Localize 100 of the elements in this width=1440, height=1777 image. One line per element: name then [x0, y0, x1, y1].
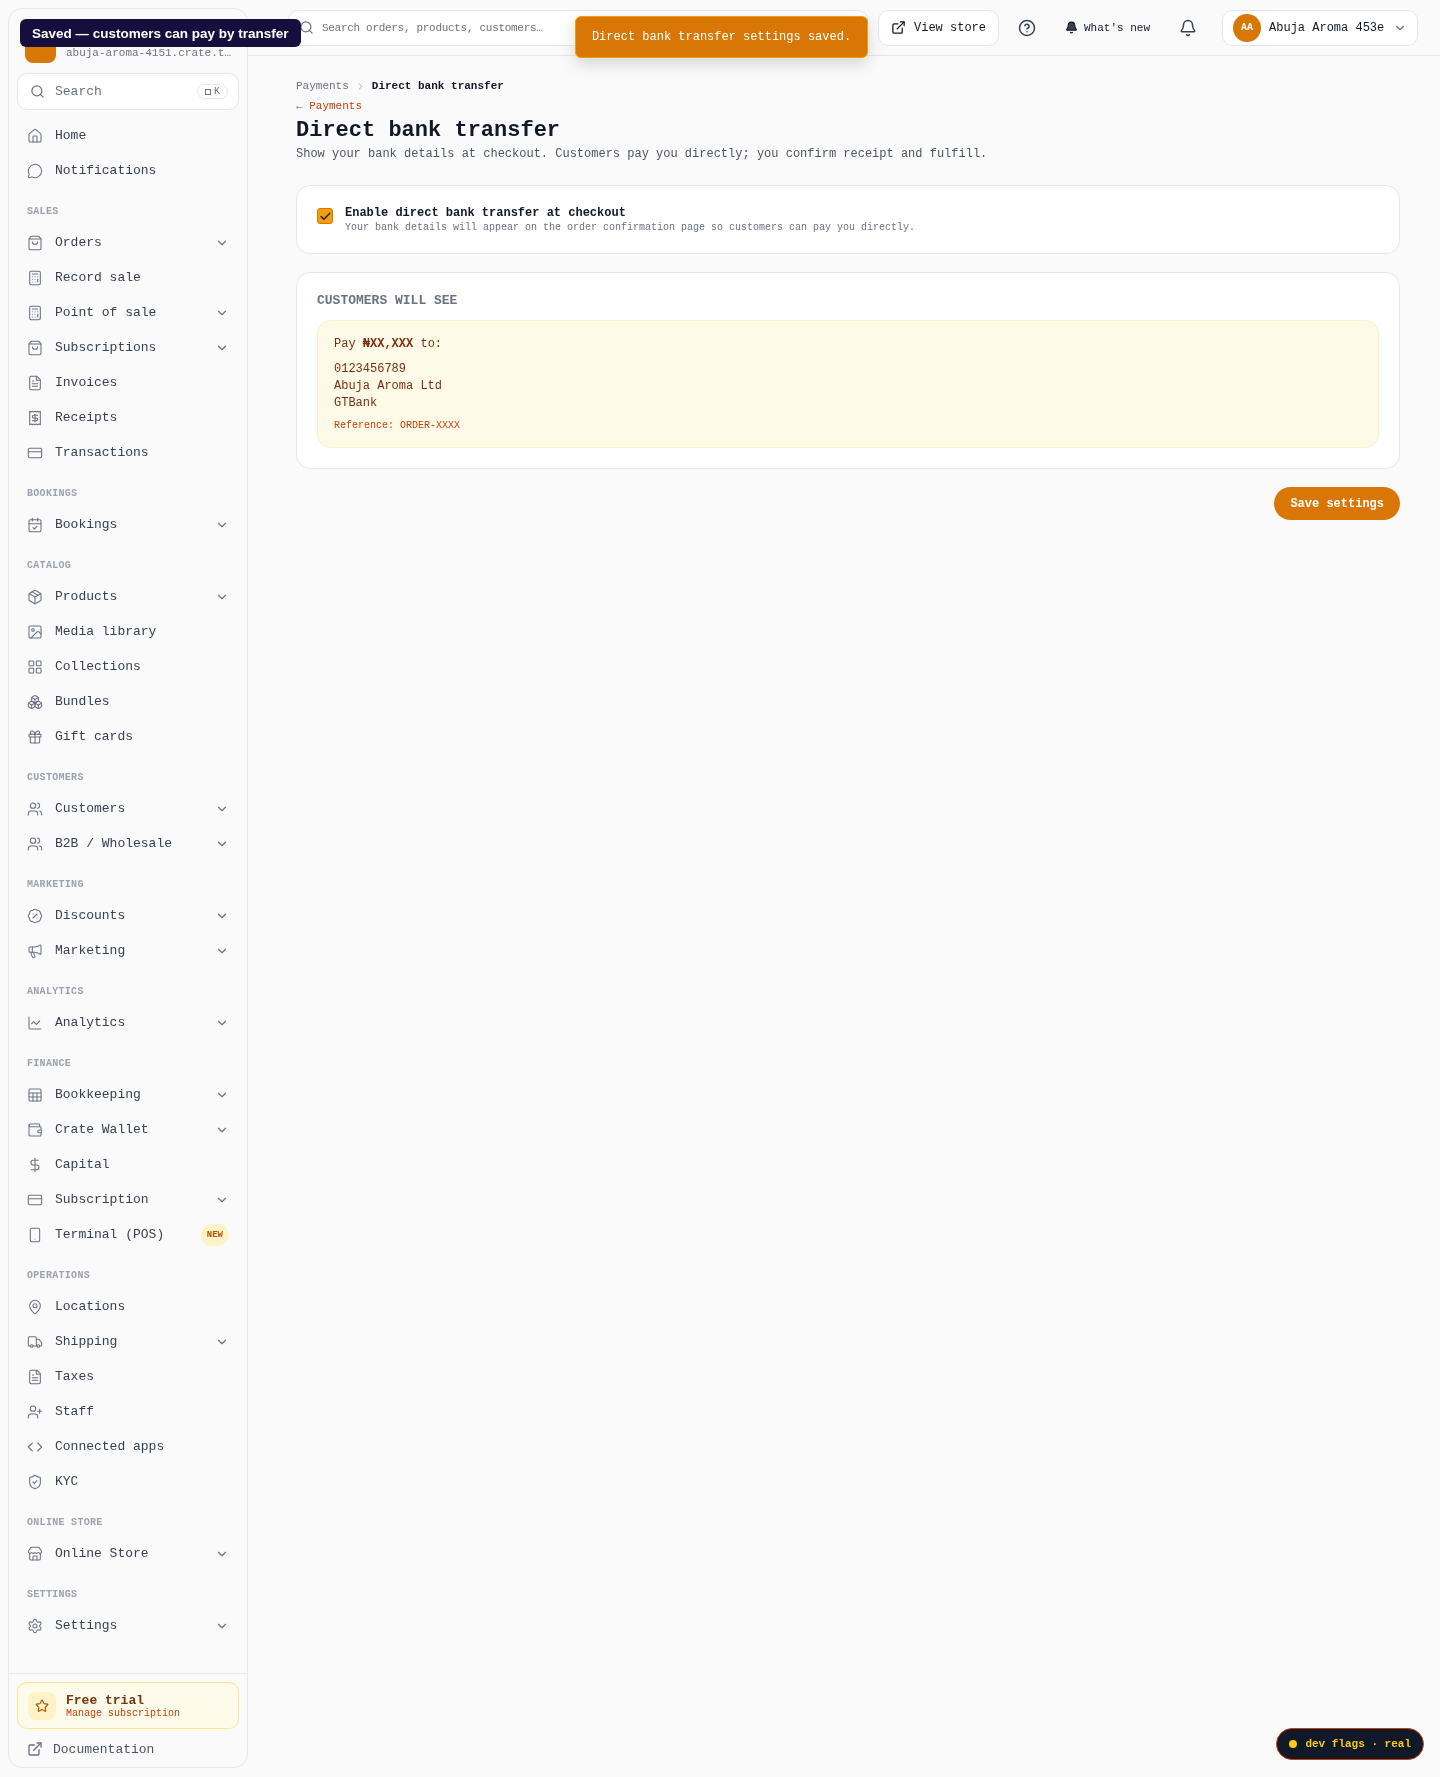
- item-label: Locations: [55, 1299, 126, 1314]
- item-label: Record sale: [55, 270, 141, 285]
- sidebar-item[interactable]: Media library: [17, 614, 239, 649]
- sidebar-item[interactable]: Notifications: [17, 153, 239, 188]
- settings-icon: [27, 1617, 43, 1634]
- view-store-button[interactable]: View store: [878, 9, 999, 46]
- truck-icon: [27, 1333, 43, 1350]
- gift-icon: [27, 728, 43, 745]
- item-label: Crate Wallet: [55, 1122, 149, 1137]
- search-placeholder: Search orders, products, customers…: [322, 21, 543, 34]
- dev-flags-pill[interactable]: dev flags · real: [1276, 1728, 1424, 1760]
- sidebar-item[interactable]: Taxes: [17, 1359, 239, 1394]
- external-link-icon: [27, 1741, 43, 1757]
- documentation-link[interactable]: Documentation: [17, 1729, 239, 1757]
- checkbox[interactable]: [317, 208, 333, 224]
- store-domain: abuja-aroma-4151.crate.t…: [65, 47, 231, 61]
- sidebar-item[interactable]: Subscriptions: [17, 330, 239, 365]
- item-label: Bookings: [55, 517, 118, 532]
- sidebar-search-field[interactable]: Search K: [17, 73, 239, 110]
- sidebar-item[interactable]: Invoices: [17, 365, 239, 400]
- sidebar-item[interactable]: Shipping: [17, 1324, 239, 1359]
- item-label: Gift cards: [55, 729, 133, 744]
- sidebar-item[interactable]: Terminal (POS) NEW: [17, 1217, 239, 1252]
- sidebar-item[interactable]: Capital: [17, 1147, 239, 1182]
- sidebar-item[interactable]: Connected apps: [17, 1429, 239, 1464]
- sidebar-item[interactable]: Bookkeeping: [17, 1077, 239, 1112]
- section-heading: SALES: [26, 205, 60, 219]
- trial-link: Manage subscription: [66, 1707, 181, 1719]
- section-heading: MARKETING: [26, 878, 85, 892]
- external-link-icon: [891, 20, 906, 35]
- sidebar-item[interactable]: Receipts: [17, 400, 239, 435]
- item-label: Receipts: [55, 410, 118, 425]
- help-icon: [1018, 18, 1036, 37]
- chat-bubble-icon: [27, 162, 43, 179]
- section-heading: ANALYTICS: [26, 985, 85, 999]
- user-plus-icon: [27, 1403, 43, 1420]
- document-icon: [27, 1368, 43, 1385]
- sheet-icon: [27, 1086, 43, 1103]
- sidebar-item[interactable]: Staff: [17, 1394, 239, 1429]
- sidebar-item[interactable]: Transactions: [17, 435, 239, 470]
- store-icon: [27, 1545, 43, 1562]
- pay-line: Pay ₦XX,XXX to:: [334, 337, 444, 351]
- item-label: Subscription: [55, 1192, 149, 1207]
- users-icon: [27, 835, 43, 852]
- breadcrumb-link[interactable]: Payments: [296, 80, 349, 92]
- calendar-icon: [27, 516, 43, 533]
- account-menu[interactable]: AA Abuja Aroma 453e: [1222, 9, 1419, 46]
- item-label: KYC: [55, 1474, 79, 1489]
- house-icon: [27, 127, 43, 144]
- whats-new-button[interactable]: What's new: [1055, 21, 1161, 34]
- breadcrumb-link[interactable]: Direct bank transfer: [371, 80, 504, 92]
- command-key-icon: [205, 88, 211, 95]
- checkbox-hint: Your bank details will appear on the order confirmation page so customers can pay you directly.: [345, 222, 916, 233]
- sidebar-item[interactable]: KYC: [17, 1464, 239, 1499]
- map-pin-icon: [27, 1298, 43, 1315]
- sidebar-item[interactable]: Gift cards: [17, 719, 239, 754]
- reference-text: Reference: ORDER-XXXX: [334, 420, 462, 431]
- sidebar-item[interactable]: Point of sale: [17, 295, 239, 330]
- sidebar-item[interactable]: B2B / Wholesale: [17, 826, 239, 861]
- trial-card[interactable]: Free trial Manage subscription: [17, 1682, 239, 1729]
- grid-icon: [27, 658, 43, 675]
- shopping-bag-icon: [27, 234, 43, 251]
- toast: Direct bank transfer settings saved.: [575, 16, 868, 58]
- item-label: Home: [55, 128, 87, 143]
- sidebar-item[interactable]: Home: [17, 118, 239, 153]
- sidebar-item[interactable]: Orders: [17, 225, 239, 260]
- boxes-icon: [27, 693, 43, 710]
- bank-detail: GTBank: [334, 395, 379, 412]
- status-dot: [1289, 1740, 1298, 1748]
- sidebar-item[interactable]: Bundles: [17, 684, 239, 719]
- sidebar-item[interactable]: Collections: [17, 649, 239, 684]
- shopping-bag-icon: [27, 339, 43, 356]
- back-link[interactable]: ← Payments: [296, 100, 362, 112]
- search-icon: [30, 84, 45, 99]
- item-label: Transactions: [55, 445, 149, 460]
- wallet-icon: [27, 1121, 43, 1138]
- sidebar-item[interactable]: Customers: [17, 791, 239, 826]
- section-heading: CATALOG: [26, 559, 73, 573]
- checkbox-label: Enable direct bank transfer at checkout: [345, 206, 627, 220]
- item-label: Media library: [55, 624, 157, 639]
- sidebar-item[interactable]: Online Store: [17, 1536, 239, 1571]
- sidebar-item[interactable]: Marketing: [17, 933, 239, 968]
- bell-icon: [1065, 21, 1078, 34]
- sidebar-item[interactable]: Discounts: [17, 898, 239, 933]
- sidebar-item[interactable]: Bookings: [17, 507, 239, 542]
- section-heading: BOOKINGS: [26, 487, 79, 501]
- shortcut-key: K: [214, 86, 220, 97]
- sidebar-item[interactable]: Crate Wallet: [17, 1112, 239, 1147]
- sidebar-item[interactable]: Analytics: [17, 1005, 239, 1040]
- item-label: Customers: [55, 801, 126, 816]
- phone-icon: [27, 1226, 43, 1243]
- item-label: Terminal (POS): [55, 1227, 165, 1242]
- document-icon: [27, 374, 43, 391]
- sidebar-item[interactable]: Record sale: [17, 260, 239, 295]
- section-heading: OPERATIONS: [26, 1269, 91, 1283]
- sidebar-item[interactable]: Settings: [17, 1608, 239, 1643]
- sidebar-item[interactable]: Locations: [17, 1289, 239, 1324]
- sidebar-item[interactable]: Products: [17, 579, 239, 614]
- item-label: Notifications: [55, 163, 157, 178]
- sidebar-item[interactable]: Subscription: [17, 1182, 239, 1217]
